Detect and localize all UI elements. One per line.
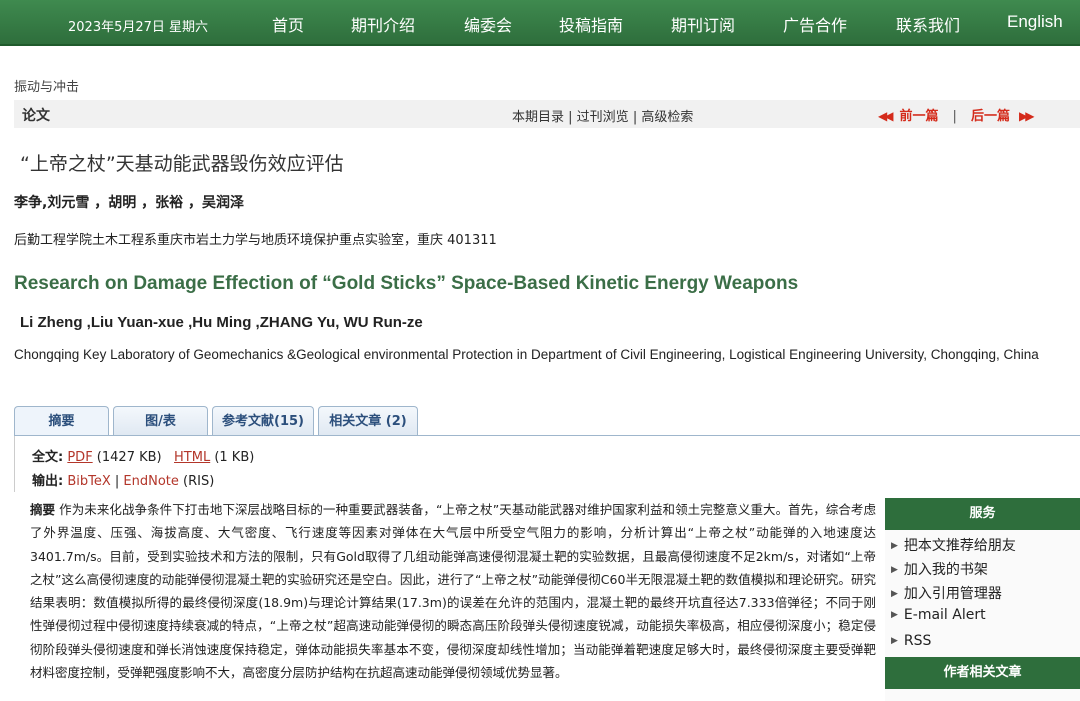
nav-editorial-board[interactable]: 编委会 (464, 12, 512, 36)
nav-home[interactable]: 首页 (272, 12, 304, 36)
service-label: 加入我的书架 (903, 562, 988, 578)
html-fulltext-link[interactable]: HTML (174, 450, 210, 465)
triangle-right-icon: ▶ (891, 610, 898, 620)
service-label: 加入引用管理器 (903, 586, 1002, 602)
double-right-arrow-icon: ▶▶ (1019, 109, 1035, 123)
export-row: 输出: BibTeX | EndNote (RIS) (32, 470, 214, 489)
pdf-download-link[interactable]: PDF (67, 450, 92, 465)
abstract-label: 摘要 (30, 502, 56, 517)
add-to-citation-manager-link[interactable]: ▶ 加入引用管理器 (891, 583, 1002, 603)
authors-en: Li Zheng ,Liu Yuan-xue ,Hu Ming ,ZHANG Y… (20, 314, 423, 331)
bibtex-export-link[interactable]: BibTeX (67, 474, 110, 489)
tab-figures[interactable]: 图/表 (113, 406, 208, 436)
nav-submission-guide[interactable]: 投稿指南 (559, 12, 623, 36)
previous-article-link[interactable]: ◀◀ 前一篇 (878, 109, 939, 124)
nav-journal-intro[interactable]: 期刊介绍 (351, 12, 415, 36)
top-nav-bar: 2023年5月27日 星期六 首页 期刊介绍 编委会 投稿指南 期刊订阅 广告合… (0, 0, 1080, 46)
section-bar: 论文 本期目录 | 过刊浏览 | 高级检索 ◀◀ 前一篇 | 后一篇 ▶▶ (14, 100, 1080, 128)
nav-subscription[interactable]: 期刊订阅 (671, 12, 735, 36)
tab-references[interactable]: 参考文献(15) (212, 406, 314, 436)
next-article-link[interactable]: 后一篇 ▶▶ (970, 109, 1035, 124)
email-alert-link[interactable]: ▶ E-mail Alert (891, 607, 986, 623)
section-title: 论文 (22, 108, 50, 124)
double-left-arrow-icon: ◀◀ (878, 109, 894, 123)
advanced-search-link[interactable]: 高级检索 (641, 110, 693, 125)
next-article-label: 后一篇 (970, 109, 1010, 124)
export-label: 输出: (32, 474, 64, 489)
add-to-bookshelf-link[interactable]: ▶ 加入我的书架 (891, 559, 988, 579)
abstract-body: 摘要 作为未来化战争条件下打击地下深层战略目标的一种重要武器装备，“上帝之杖”天… (30, 498, 876, 684)
tab-related-articles[interactable]: 相关文章 (2) (318, 406, 418, 436)
ris-label: (RIS) (178, 474, 215, 489)
html-size: (1 KB) (210, 450, 255, 465)
triangle-right-icon: ▶ (891, 636, 898, 646)
service-label: 把本文推荐给朋友 (903, 538, 1016, 554)
nav-contact-us[interactable]: 联系我们 (896, 12, 960, 36)
issue-links: 本期目录 | 过刊浏览 | 高级检索 (512, 106, 693, 125)
triangle-right-icon: ▶ (891, 565, 898, 575)
nav-english[interactable]: English (1007, 12, 1063, 32)
fulltext-label: 全文: (32, 450, 64, 465)
affiliation-en: Chongqing Key Laboratory of Geomechanics… (14, 347, 1039, 362)
pdf-size: (1427 KB) (92, 450, 162, 465)
pager-separator: | (952, 109, 957, 124)
export-separator: | (110, 474, 124, 489)
triangle-right-icon: ▶ (891, 589, 898, 599)
authors-cn: 李争,刘元雪 ，胡明 ，张裕 ，吴润泽 (14, 195, 244, 211)
author-related-articles-header: 作者相关文章 (885, 657, 1080, 689)
service-label: RSS (903, 633, 932, 649)
service-label: E-mail Alert (903, 607, 986, 623)
recommend-to-friend-link[interactable]: ▶ 把本文推荐给朋友 (891, 535, 1016, 555)
current-date: 2023年5月27日 星期六 (68, 20, 209, 35)
nav-advertising[interactable]: 广告合作 (783, 12, 847, 36)
fulltext-row: 全文: PDF (1427 KB) HTML (1 KB) (32, 446, 254, 465)
past-issues-link[interactable]: 过刊浏览 (577, 110, 629, 125)
tab-abstract[interactable]: 摘要 (14, 406, 109, 436)
services-header: 服务 (885, 498, 1080, 530)
affiliation-cn: 后勤工程学院土木工程系重庆市岩土力学与地质环境保护重点实验室，重庆 401311 (14, 233, 497, 248)
rss-link[interactable]: ▶ RSS (891, 633, 931, 649)
previous-article-label: 前一篇 (899, 109, 939, 124)
abstract-text: 作为未来化战争条件下打击地下深层战略目标的一种重要武器装备，“上帝之杖”天基动能… (30, 502, 876, 681)
breadcrumb[interactable]: 振动与冲击 (14, 76, 79, 95)
article-title-cn: “上帝之杖”天基动能武器毁伤效应评估 (20, 153, 344, 175)
article-pager: ◀◀ 前一篇 | 后一篇 ▶▶ (878, 105, 1035, 124)
triangle-right-icon: ▶ (891, 541, 898, 551)
article-title-en: Research on Damage Effection of “Gold St… (14, 273, 799, 294)
link-separator: | (628, 110, 642, 125)
issue-toc-link[interactable]: 本期目录 (512, 110, 564, 125)
endnote-export-link[interactable]: EndNote (123, 474, 178, 489)
link-separator: | (564, 110, 577, 125)
